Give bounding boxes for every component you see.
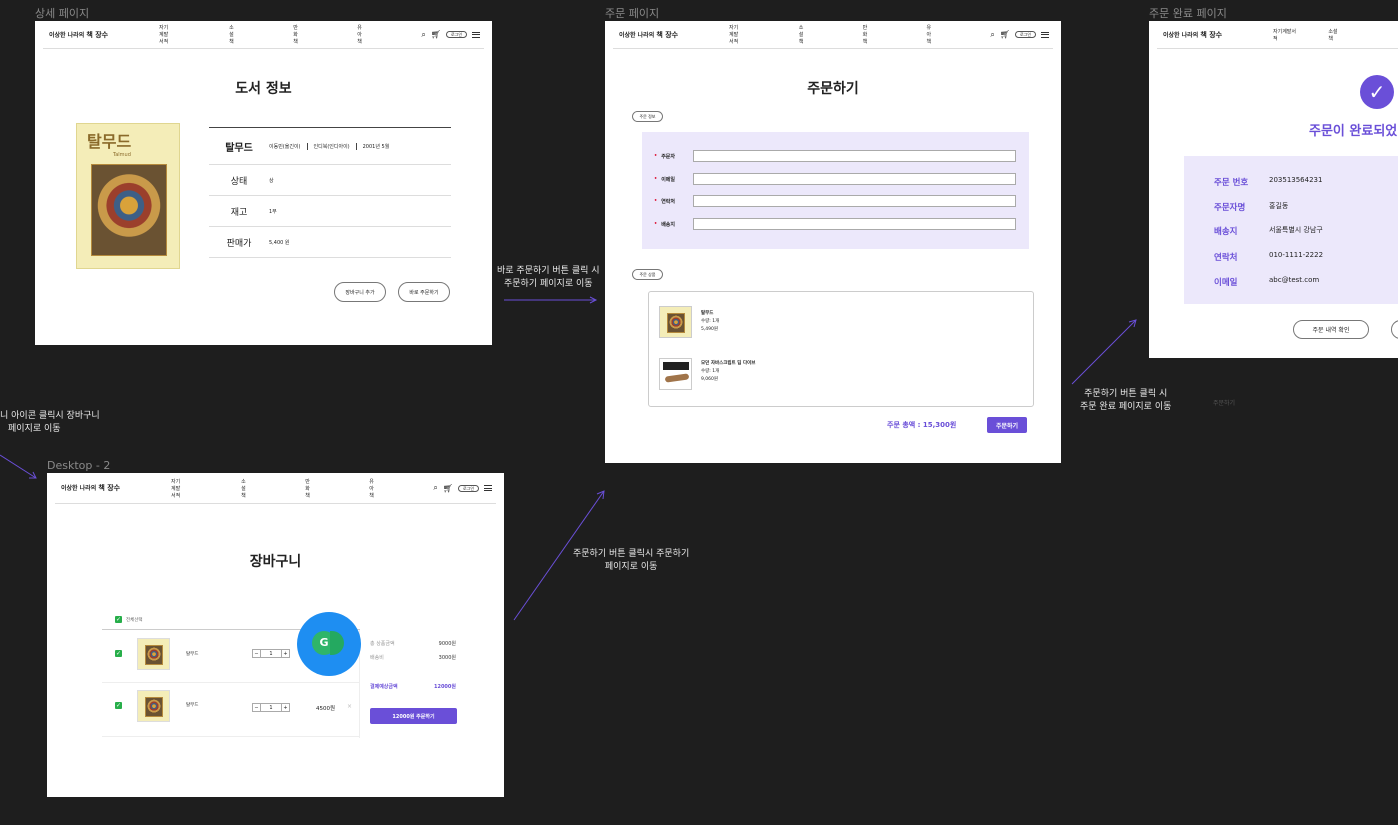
order-info-form: • 주문자 • 이메일 • 연락처 • 배송지 [642, 132, 1029, 249]
nav-item-novel[interactable]: 소설책 [229, 24, 235, 45]
select-all-label: 전체선택 [126, 618, 143, 623]
increase-button[interactable]: + [281, 649, 290, 658]
nav-item-novel[interactable]: 소설책 [1328, 28, 1340, 42]
order-total: 주문 총액 : 15,300원 [887, 421, 957, 429]
search-icon[interactable]: ⌕ [433, 483, 437, 493]
page-title: 장바구니 [249, 554, 302, 570]
nav-item-novel[interactable]: 소설책 [241, 478, 247, 499]
cart-item-name: 탈무드 [186, 703, 199, 708]
login-button[interactable]: 로그인 [457, 484, 479, 492]
nav-item-kids[interactable]: 유아책 [926, 24, 932, 45]
annotation-cart-icon: 니 아이콘 클릭시 장바구니 페이지로 이동 [0, 411, 100, 434]
order-history-button[interactable]: 주문 내역 확인 [1293, 320, 1369, 339]
logo[interactable]: 이상한 나라의 책 장수 [1163, 30, 1273, 40]
page-title: 도서 정보 [235, 81, 292, 97]
order-products-list: 탈무드 수량: 1개 5,490원 모던 자바스크립트 딥 다이브 수량: 1개… [648, 291, 1034, 407]
logo[interactable]: 이상한 나라의 책 장수 [619, 30, 729, 40]
cart-icon[interactable]: 🛒︎ [443, 484, 453, 493]
quantity-stepper[interactable]: − 1 + [252, 649, 290, 658]
list-item: 모던 자바스크립트 딥 다이브 수량: 1개 9,060원 [701, 361, 756, 382]
add-to-cart-button[interactable]: 장바구니 추가 [334, 282, 386, 302]
cart-item-price: 4500원 [316, 706, 336, 712]
top-nav: 이상한 나라의 책 장수 자기계발서적 소설책 만화책 유아책 ⌕ 🛒︎ 로그인 [43, 21, 484, 49]
order-submit-button[interactable]: 주문하기 [987, 417, 1027, 433]
nav-item-kids[interactable]: 유아책 [369, 478, 375, 499]
product-thumb [137, 690, 170, 722]
orderer-field[interactable] [693, 150, 1017, 162]
nav-item-comic[interactable]: 만화책 [293, 24, 299, 45]
order-frame: 이상한 나라의 책 장수 자기계발서적 소설책 만화책 유아책 ⌕ 🛒︎ 로그인… [605, 21, 1061, 463]
frame-label-detail: 상세 페이지 [35, 7, 90, 20]
decrease-button[interactable]: − [252, 703, 261, 712]
login-button[interactable]: 로그인 [1014, 31, 1036, 38]
order-info-tag: 주문 정보 [632, 111, 663, 122]
nav-item-comic[interactable]: 만화책 [305, 478, 311, 499]
order-products-tag: 주문 상품 [632, 269, 663, 280]
order-summary-box: 주문 번호 203513564231 주문자명 홍길동 배송지 서울특별시 강남구 연… [1184, 156, 1398, 304]
phone-field[interactable] [693, 195, 1017, 207]
top-nav: 이상한 나라의 책 장수 자기계발서적 소설책 [1157, 21, 1398, 49]
complete-frame: 이상한 나라의 책 장수 자기계발서적 소설책 ✓ 주문이 완료되었 주문 번호… [1149, 21, 1398, 358]
nav-item-novel[interactable]: 소설책 [799, 24, 805, 45]
menu-icon[interactable] [1041, 31, 1049, 38]
nav-item-comic[interactable]: 만화책 [863, 24, 869, 45]
home-button[interactable] [1391, 320, 1398, 339]
select-all-checkbox[interactable]: ✓ [115, 616, 122, 623]
order-summary: 총 상품금액 9000원 배송비 3000원 결제예상금액 12000원 [370, 641, 456, 690]
menu-icon[interactable] [484, 485, 492, 491]
frame-label-cart: Desktop - 2 [47, 459, 111, 472]
remove-icon[interactable]: × [347, 703, 352, 710]
list-item: 탈무드 수량: 1개 5,490원 [701, 311, 720, 332]
faint-label: 주문하기 [1213, 400, 1236, 407]
page-title: 주문하기 [807, 81, 859, 97]
top-nav: 이상한 나라의 책 장수 자기계발서적 소설책 만화책 유아책 ⌕ 🛒︎ 로그인 [613, 21, 1053, 49]
product-thumb [659, 358, 692, 390]
product-thumb [659, 306, 692, 338]
frame-label-order: 주문 페이지 [605, 7, 660, 20]
annotation-cart-to-order: 주문하기 버튼 클릭시 주문하기 페이지로 이동 [573, 549, 690, 572]
arrow-head [596, 490, 605, 500]
search-icon[interactable]: ⌕ [990, 30, 994, 40]
top-nav: 이상한 나라의 책 장수 자기계발서적 소설책 만화책 유아책 ⌕ 🛒︎ 로그인 [55, 473, 496, 504]
increase-button[interactable]: + [281, 703, 290, 712]
arrow-head [589, 296, 598, 304]
annotation-detail-to-order: 바로 주문하기 버튼 클릭 시 주문하기 페이지로 이동 [497, 266, 600, 289]
decrease-button[interactable]: − [252, 649, 261, 658]
quantity-stepper[interactable]: − 1 + [252, 703, 290, 712]
logo[interactable]: 이상한 나라의 책 장수 [49, 30, 159, 40]
complete-title: 주문이 완료되었 [1309, 124, 1398, 139]
cart-icon[interactable]: 🛒︎ [431, 30, 441, 39]
cart-icon[interactable]: 🛒︎ [1000, 30, 1010, 39]
detail-frame: 이상한 나라의 책 장수 자기계발서적 소설책 만화책 유아책 ⌕ 🛒︎ 로그인… [35, 21, 492, 345]
cart-order-button[interactable]: 12000원 주문하기 [370, 708, 457, 724]
grammarly-widget[interactable]: G [297, 612, 361, 676]
cart-frame: 이상한 나라의 책 장수 자기계발서적 소설책 만화책 유아책 ⌕ 🛒︎ 로그인… [47, 473, 504, 797]
arrow-head [29, 471, 37, 479]
book-name: 탈무드 [225, 142, 253, 154]
nav-item-self-help[interactable]: 자기계발서적 [171, 478, 183, 499]
nav-item-self-help[interactable]: 자기계발서적 [1273, 28, 1296, 42]
frame-label-complete: 주문 완료 페이지 [1149, 7, 1227, 20]
nav-item-self-help[interactable]: 자기계발서적 [729, 24, 741, 45]
item-checkbox[interactable]: ✓ [115, 702, 122, 709]
check-icon: ✓ [1360, 75, 1394, 109]
buy-now-button[interactable]: 바로 주문하기 [398, 282, 450, 302]
search-icon[interactable]: ⌕ [421, 30, 425, 40]
book-cover-image: 탈무드 Talmud [76, 123, 180, 269]
book-info-table: 탈무드 이동민(옮긴이) 인디북(인디아이) 2001년 5월 상태 상 재고 … [209, 127, 451, 260]
product-thumb [137, 638, 170, 670]
menu-icon[interactable] [472, 31, 480, 38]
arrow-line [0, 454, 37, 479]
annotation-order-to-complete: 주문하기 버튼 클릭 시 주문 완료 페이지로 이동 [1080, 389, 1172, 412]
nav-item-self-help[interactable]: 자기계발서적 [159, 24, 171, 45]
arrow-line [1071, 319, 1137, 385]
cart-item-name: 탈무드 [186, 652, 199, 657]
nav-item-kids[interactable]: 유아책 [357, 24, 363, 45]
arrow-head [1128, 319, 1137, 328]
item-checkbox[interactable]: ✓ [115, 650, 122, 657]
logo[interactable]: 이상한 나라의 책 장수 [61, 483, 171, 493]
address-field[interactable] [693, 218, 1017, 230]
email-field[interactable] [693, 173, 1017, 185]
login-button[interactable]: 로그인 [445, 31, 467, 38]
